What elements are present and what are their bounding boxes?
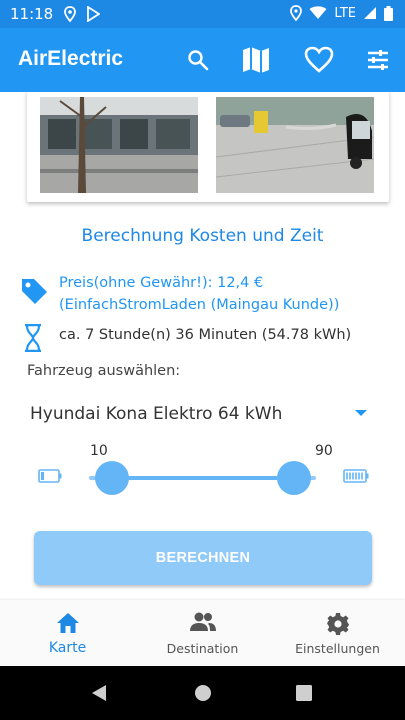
recents-icon[interactable] — [296, 685, 312, 701]
station-photo-1[interactable] — [40, 97, 198, 193]
range-max-label: 90 — [315, 443, 333, 459]
dropdown-arrow-icon — [355, 410, 367, 416]
vehicle-label: Fahrzeug auswählen: — [27, 363, 181, 379]
nav-item-karte[interactable]: Karte — [0, 600, 135, 666]
play-store-icon — [87, 6, 100, 22]
battery-full-icon — [343, 469, 369, 483]
tune-icon[interactable] — [363, 45, 393, 75]
favorite-icon[interactable] — [304, 45, 334, 75]
station-photo-2[interactable] — [216, 97, 374, 193]
calculate-button[interactable]: BERECHNEN — [34, 531, 372, 585]
price-info: Preis(ohne Gewähr!): 12,4 € (EinfachStro… — [59, 272, 339, 316]
people-icon — [189, 612, 216, 631]
wifi-icon — [309, 6, 327, 19]
price-value: Preis(ohne Gewähr!): 12,4 € — [59, 275, 264, 291]
status-notifications — [62, 6, 100, 22]
bottom-navigation: Karte Destination Einstellungen — [0, 600, 405, 666]
network-type: LTE — [334, 5, 356, 21]
vehicle-dropdown[interactable]: Hyundai Kona Elektro 64 kWh — [30, 404, 375, 434]
app-title: AirElectric — [18, 47, 124, 70]
nav-label-karte: Karte — [48, 640, 87, 656]
gear-icon — [326, 613, 349, 635]
battery-low-icon — [38, 469, 62, 483]
status-time: 11:18 — [10, 5, 54, 23]
hourglass-icon — [25, 324, 41, 352]
price-tag-icon — [22, 279, 47, 304]
system-navigation-bar — [0, 666, 405, 720]
location-notification-icon — [64, 6, 76, 22]
slider-thumb-max[interactable] — [277, 461, 311, 495]
nav-item-destination[interactable]: Destination — [135, 600, 270, 666]
back-icon[interactable] — [91, 684, 107, 702]
battery-icon — [384, 5, 393, 21]
nav-item-einstellungen[interactable]: Einstellungen — [270, 600, 405, 666]
home-icon — [56, 613, 79, 633]
map-icon[interactable] — [241, 45, 271, 75]
signal-icon — [364, 7, 376, 19]
range-min-label: 10 — [90, 443, 108, 459]
vehicle-selected: Hyundai Kona Elektro 64 kWh — [30, 404, 283, 424]
app-bar: AirElectric — [0, 28, 405, 92]
search-icon[interactable] — [183, 45, 213, 75]
charge-range-slider: 10 90 — [0, 437, 405, 507]
price-tariff: (EinfachStromLaden (Maingau Kunde)) — [59, 297, 340, 313]
home-button-icon[interactable] — [194, 684, 212, 702]
nav-label-einstellungen: Einstellungen — [295, 641, 380, 656]
slider-range-fill — [112, 476, 294, 480]
calculation-title: Berechnung Kosten und Zeit — [81, 226, 324, 246]
gps-icon — [290, 5, 303, 21]
status-indicators: LTE — [290, 5, 393, 21]
charge-time: ca. 7 Stunde(n) 36 Minuten (54.78 kWh) — [59, 327, 352, 343]
station-photos-card — [27, 92, 389, 202]
nav-label-destination: Destination — [166, 641, 239, 656]
slider-thumb-min[interactable] — [95, 461, 129, 495]
main-content: Berechnung Kosten und Zeit Preis(ohne Ge… — [0, 92, 405, 600]
status-bar: 11:18 LTE — [0, 0, 405, 28]
